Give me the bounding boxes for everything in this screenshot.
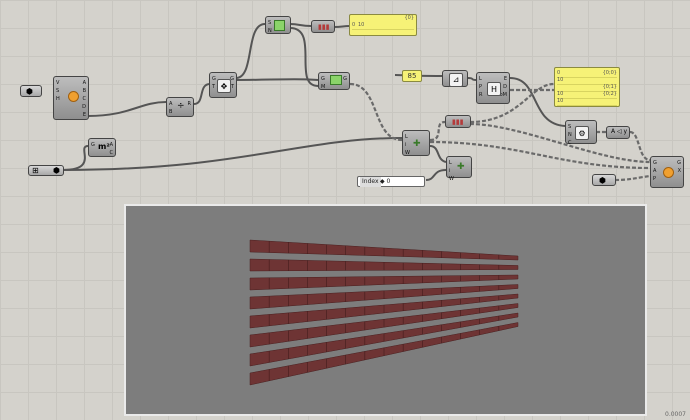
- geometry-output-param[interactable]: ⬢: [592, 174, 616, 186]
- histogram-component[interactable]: ▮▮▮: [311, 20, 335, 33]
- list-icon: H: [487, 82, 501, 96]
- hexagon-icon: ⬢: [53, 166, 60, 175]
- divide-component[interactable]: AB R ÷: [166, 97, 194, 117]
- corner-label: 0.0007: [665, 411, 686, 418]
- panel-row: 10: [557, 98, 617, 106]
- merge-component[interactable]: GAP GX: [650, 156, 684, 188]
- move-icon: ✥: [217, 79, 231, 93]
- geometry-param-bottom[interactable]: ⊞ ⬢: [28, 165, 64, 176]
- list-item-icon: ✚: [413, 139, 421, 149]
- hexagon-icon: ⬢: [26, 87, 33, 96]
- series-component-top[interactable]: SN: [265, 16, 291, 34]
- area-icon: m²: [98, 142, 110, 151]
- top-panel[interactable]: {0} 0 10: [349, 14, 417, 36]
- slider-label: Index: [360, 177, 381, 187]
- number-panel[interactable]: 85: [402, 70, 422, 82]
- mirror-component[interactable]: GM G: [318, 72, 350, 90]
- rhino-viewport[interactable]: [124, 204, 647, 416]
- list-item-icon: ✚: [457, 162, 465, 172]
- sort-icon: ⊿: [449, 72, 463, 87]
- pumpkin-icon: [663, 167, 674, 178]
- move-component[interactable]: GT GT ✥: [209, 72, 237, 98]
- pumpkin-icon: [68, 91, 79, 102]
- index-slider[interactable]: Index ◆ 0: [357, 176, 425, 187]
- viewport-render: [249, 239, 519, 386]
- series-component[interactable]: SNC ⚙: [565, 120, 597, 146]
- panel-row: 0 10: [352, 22, 414, 30]
- expression-component[interactable]: A ◁ y: [606, 126, 630, 139]
- histogram-component-2[interactable]: ▮▮▮: [445, 115, 471, 128]
- list-component[interactable]: LPR E DoM H: [476, 72, 510, 104]
- series-icon: [274, 20, 285, 31]
- series-icon: ⚙: [575, 126, 589, 140]
- box-icon: ⊞: [32, 166, 39, 175]
- list-item-component[interactable]: LiW ✚: [402, 130, 430, 156]
- divide-icon: ÷: [177, 101, 185, 111]
- mirror-icon: [330, 75, 342, 85]
- hexagon-icon: ⬢: [599, 176, 606, 185]
- orange-component[interactable]: VSH ABCDE: [53, 76, 89, 120]
- list-panel[interactable]: 0 {0;0} 10 {0;1} 10 {0;2} 10: [554, 67, 620, 107]
- list-item-component-2[interactable]: LiW ✚: [446, 156, 472, 182]
- sort-component[interactable]: ⊿: [442, 70, 468, 87]
- expression-icon: A ◁ y: [611, 128, 628, 135]
- bars-icon: ▮▮▮: [452, 118, 464, 126]
- geometry-param-left[interactable]: ⬢: [20, 85, 42, 97]
- bars-icon: ▮▮▮: [318, 23, 330, 31]
- area-component[interactable]: G AC m²: [88, 138, 116, 157]
- slider-value: ◆ 0: [380, 178, 391, 185]
